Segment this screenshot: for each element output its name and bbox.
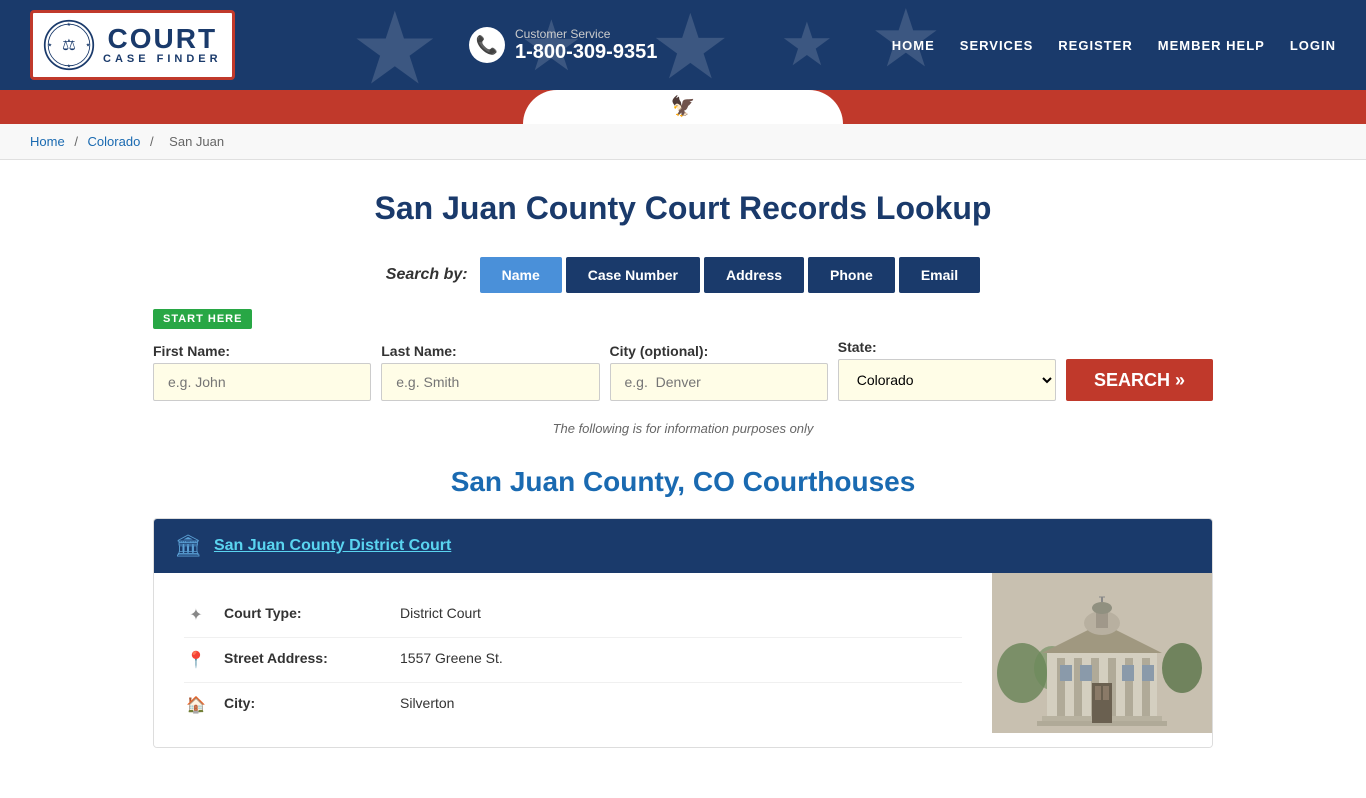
search-form: First Name: Last Name: City (optional): … <box>153 339 1213 401</box>
logo-area: ★ ★ ★ ★ ⚖ COURT CASE FINDER <box>30 10 235 80</box>
courthouse-building-svg <box>992 573 1212 733</box>
street-address-value: 1557 Greene St. <box>400 650 503 666</box>
tab-case-number[interactable]: Case Number <box>566 257 700 293</box>
nav-register[interactable]: REGISTER <box>1058 38 1132 53</box>
court-type-icon: ✦ <box>184 605 208 625</box>
courthouse-details: ✦ Court Type: District Court 📍 Street Ad… <box>154 573 992 747</box>
site-header: ★ ★ ★ ★ ★ ★ ★ ★ ★ <box>0 0 1366 124</box>
state-label: State: <box>838 339 1056 355</box>
search-button[interactable]: SEARCH » <box>1066 359 1213 401</box>
breadcrumb: Home / Colorado / San Juan <box>0 124 1366 160</box>
nav-home[interactable]: HOME <box>892 38 935 53</box>
city-label-detail: City: <box>224 695 384 711</box>
logo-emblem: ★ ★ ★ ★ ⚖ <box>43 19 95 71</box>
svg-text:★: ★ <box>67 22 72 28</box>
first-name-input[interactable] <box>153 363 371 401</box>
courthouses-title: San Juan County, CO Courthouses <box>153 466 1213 498</box>
courthouse-body: ✦ Court Type: District Court 📍 Street Ad… <box>154 573 1212 747</box>
court-type-value: District Court <box>400 605 481 621</box>
cs-text: Customer Service 1-800-309-9351 <box>515 27 657 64</box>
customer-service: 📞 Customer Service 1-800-309-9351 <box>469 27 657 64</box>
logo-box: ★ ★ ★ ★ ⚖ COURT CASE FINDER <box>30 10 235 80</box>
detail-row-court-type: ✦ Court Type: District Court <box>184 593 962 638</box>
city-input[interactable] <box>610 363 828 401</box>
search-by-row: Search by: Name Case Number Address Phon… <box>153 257 1213 293</box>
logo-text: COURT CASE FINDER <box>103 25 222 65</box>
phone-icon: 📞 <box>469 27 505 63</box>
info-note: The following is for information purpose… <box>153 421 1213 436</box>
last-name-group: Last Name: <box>381 343 599 401</box>
eagle-row: ★ ★ 🦅 ★ ★ <box>0 90 1366 119</box>
search-by-label: Search by: <box>386 266 468 284</box>
courthouse-icon: 🏛 <box>174 533 202 559</box>
svg-text:★: ★ <box>67 64 72 70</box>
cs-label: Customer Service <box>515 27 657 41</box>
svg-text:⚖: ⚖ <box>62 37 76 54</box>
state-select[interactable]: Alabama Alaska Arizona Arkansas Californ… <box>838 359 1056 401</box>
nav-login[interactable]: LOGIN <box>1290 38 1336 53</box>
breadcrumb-san-juan: San Juan <box>169 134 224 149</box>
state-group: State: Alabama Alaska Arizona Arkansas C… <box>838 339 1056 401</box>
start-here-badge: START HERE <box>153 309 1213 339</box>
detail-row-street: 📍 Street Address: 1557 Greene St. <box>184 638 962 683</box>
red-arch-bar: ★ ★ 🦅 ★ ★ <box>0 90 1366 124</box>
page-title: San Juan County Court Records Lookup <box>153 190 1213 227</box>
breadcrumb-colorado[interactable]: Colorado <box>88 134 141 149</box>
city-label: City (optional): <box>610 343 828 359</box>
breadcrumb-sep-1: / <box>74 134 81 149</box>
city-group: City (optional): <box>610 343 828 401</box>
first-name-group: First Name: <box>153 343 371 401</box>
last-name-label: Last Name: <box>381 343 599 359</box>
last-name-input[interactable] <box>381 363 599 401</box>
logo-court-text: COURT <box>108 25 218 53</box>
nav-member-help[interactable]: MEMBER HELP <box>1158 38 1265 53</box>
logo-case-finder-text: CASE FINDER <box>103 53 222 65</box>
courthouse-card: 🏛 San Juan County District Court ✦ Court… <box>153 518 1213 748</box>
courthouse-header: 🏛 San Juan County District Court <box>154 519 1212 573</box>
detail-row-city: 🏠 City: Silverton <box>184 683 962 727</box>
svg-text:★: ★ <box>86 43 91 49</box>
nav-services[interactable]: SERVICES <box>960 38 1034 53</box>
main-content: San Juan County Court Records Lookup Sea… <box>133 160 1233 798</box>
svg-text:★: ★ <box>48 43 53 49</box>
tab-email[interactable]: Email <box>899 257 980 293</box>
cs-phone: 1-800-309-9351 <box>515 41 657 64</box>
street-address-label: Street Address: <box>224 650 384 666</box>
main-nav: HOME SERVICES REGISTER MEMBER HELP LOGIN <box>892 38 1336 53</box>
breadcrumb-sep-2: / <box>150 134 157 149</box>
tab-name[interactable]: Name <box>480 257 562 293</box>
tab-phone[interactable]: Phone <box>808 257 895 293</box>
courthouse-name-link[interactable]: San Juan County District Court <box>214 537 451 555</box>
city-value: Silverton <box>400 695 454 711</box>
breadcrumb-home[interactable]: Home <box>30 134 65 149</box>
address-icon: 📍 <box>184 650 208 670</box>
first-name-label: First Name: <box>153 343 371 359</box>
city-icon: 🏠 <box>184 695 208 715</box>
courthouse-image <box>992 573 1212 747</box>
tab-address[interactable]: Address <box>704 257 804 293</box>
court-type-label: Court Type: <box>224 605 384 621</box>
